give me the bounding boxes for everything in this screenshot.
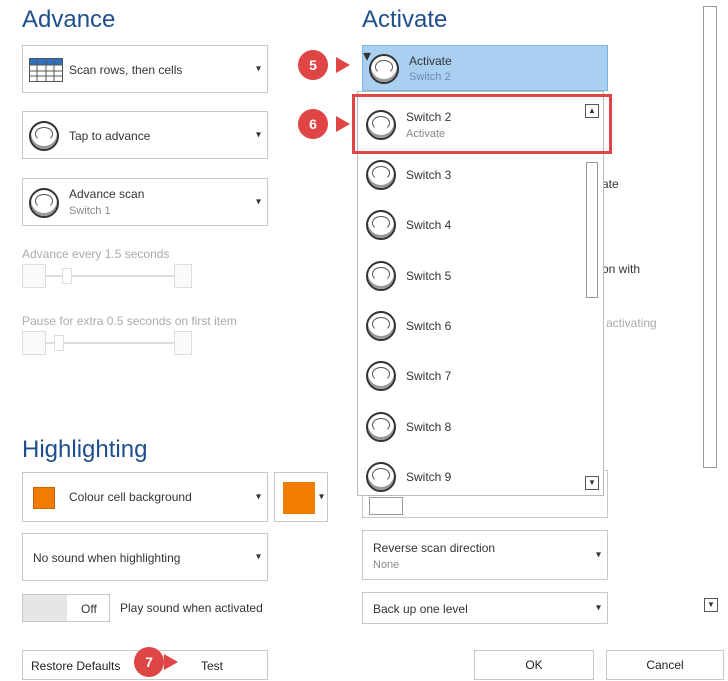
slider-thumb[interactable] bbox=[62, 268, 72, 284]
list-item-label: Switch 5 bbox=[406, 269, 452, 283]
dropdown-arrow-icon: ▾ bbox=[255, 551, 261, 563]
switch-icon bbox=[366, 160, 396, 190]
dropdown-arrow-icon: ▾ bbox=[595, 549, 601, 561]
scan-mode-dropdown[interactable]: Scan rows, then cells ▾ bbox=[22, 45, 268, 93]
activate-value: Switch 2 bbox=[409, 71, 451, 83]
advance-heading: Advance bbox=[22, 6, 116, 33]
ok-button[interactable]: OK bbox=[474, 650, 594, 680]
slider-increment[interactable] bbox=[174, 331, 192, 355]
colour-option-dropdown[interactable]: Colour cell background ▾ bbox=[22, 472, 268, 522]
badge-pointer bbox=[164, 654, 178, 670]
list-item-label: Switch 8 bbox=[406, 420, 452, 434]
page-scrollbar-thumb[interactable] bbox=[703, 6, 717, 468]
colour-picker[interactable]: ▾ bbox=[274, 472, 328, 522]
switch-icon bbox=[366, 311, 396, 341]
slider-decrement[interactable] bbox=[22, 264, 46, 288]
list-item[interactable]: Switch 7 bbox=[358, 351, 584, 401]
list-item[interactable]: Switch 3 bbox=[358, 150, 584, 200]
badge-pointer bbox=[336, 57, 350, 73]
colour-preview bbox=[283, 482, 315, 514]
dropdown-arrow-icon: ▾ bbox=[595, 602, 601, 614]
list-item-label: Switch 6 bbox=[406, 319, 452, 333]
tap-mode-dropdown[interactable]: Tap to advance ▾ bbox=[22, 111, 268, 159]
list-item-label: Switch 4 bbox=[406, 218, 452, 232]
pause-first-slider[interactable] bbox=[22, 331, 192, 355]
advance-every-slider[interactable] bbox=[22, 264, 192, 288]
dropdown-arrow-icon: ▾ bbox=[255, 491, 261, 503]
partial-option-text: activating bbox=[606, 316, 657, 330]
toggle-state: Off bbox=[81, 602, 97, 616]
step-badge-5: 5 bbox=[298, 50, 328, 80]
sound-option-dropdown[interactable]: No sound when highlighting ▾ bbox=[22, 533, 268, 581]
sound-option-label: No sound when highlighting bbox=[33, 551, 181, 565]
dropdown-arrow-icon: ▾ bbox=[318, 491, 324, 503]
list-item[interactable]: Switch 5 bbox=[358, 251, 584, 301]
colour-swatch-icon bbox=[33, 487, 55, 509]
reverse-scan-dropdown[interactable]: Reverse scan direction None ▾ bbox=[362, 530, 608, 580]
slider-thumb[interactable] bbox=[54, 335, 64, 351]
slider-increment[interactable] bbox=[174, 264, 192, 288]
switch-icon bbox=[366, 412, 396, 442]
test-button[interactable]: Test bbox=[201, 659, 223, 673]
slider-track bbox=[46, 342, 186, 344]
list-item[interactable]: Switch 4 bbox=[358, 200, 584, 250]
step-badge-6: 6 bbox=[298, 109, 328, 139]
list-item-label: Switch 7 bbox=[406, 369, 452, 383]
back-up-label: Back up one level bbox=[373, 602, 468, 616]
switch-icon bbox=[369, 54, 399, 84]
advance-scan-value: Switch 1 bbox=[69, 205, 111, 217]
grid-icon bbox=[369, 497, 403, 515]
badge-pointer bbox=[336, 116, 350, 132]
page-scroll-down-button[interactable]: ▼ bbox=[704, 598, 718, 612]
toggle-knob bbox=[23, 595, 67, 621]
list-item[interactable]: Switch 9 bbox=[358, 452, 584, 495]
highlighting-heading: Highlighting bbox=[22, 436, 148, 463]
scroll-down-button[interactable]: ▼ bbox=[585, 476, 599, 490]
switch-icon bbox=[366, 261, 396, 291]
switch-icon bbox=[29, 121, 59, 151]
advance-scan-dropdown[interactable]: Advance scan Switch 1 ▾ bbox=[22, 178, 268, 226]
reverse-scan-value: None bbox=[373, 559, 400, 571]
grid-icon bbox=[29, 58, 63, 82]
list-item-label: Switch 9 bbox=[406, 470, 452, 484]
switch-icon bbox=[29, 188, 59, 218]
advance-every-label: Advance every 1.5 seconds bbox=[22, 247, 170, 261]
sound-toggle[interactable]: Off bbox=[22, 594, 110, 622]
highlight-box bbox=[352, 94, 612, 154]
activate-label: Activate bbox=[409, 54, 452, 68]
list-item[interactable]: Switch 8 bbox=[358, 402, 584, 452]
restore-defaults-button[interactable]: Restore Defaults bbox=[31, 659, 120, 673]
step-badge-7: 7 bbox=[134, 647, 164, 677]
list-item[interactable]: Switch 6 bbox=[358, 301, 584, 351]
cancel-button[interactable]: Cancel bbox=[606, 650, 724, 680]
switch-icon bbox=[366, 210, 396, 240]
partial-option-text: on with bbox=[602, 262, 641, 276]
switch-icon bbox=[366, 361, 396, 391]
colour-option-label: Colour cell background bbox=[69, 490, 192, 504]
advance-scan-label: Advance scan bbox=[69, 187, 145, 201]
dropdown-arrow-icon: ▾ bbox=[255, 196, 261, 208]
partial-option-text: ate bbox=[602, 177, 619, 191]
activate-heading: Activate bbox=[362, 6, 448, 33]
slider-decrement[interactable] bbox=[22, 331, 46, 355]
tap-mode-label: Tap to advance bbox=[69, 129, 151, 143]
pause-first-label: Pause for extra 0.5 seconds on first ite… bbox=[22, 314, 237, 328]
scan-mode-label: Scan rows, then cells bbox=[69, 63, 183, 77]
dropdown-arrow-icon: ▾ bbox=[255, 63, 261, 75]
dropdown-arrow-icon: ▾ bbox=[255, 129, 261, 141]
toggle-label: Play sound when activated bbox=[120, 601, 263, 615]
list-item-label: Switch 3 bbox=[406, 168, 452, 182]
reverse-scan-label: Reverse scan direction bbox=[373, 541, 496, 555]
activate-dropdown[interactable]: Activate Switch 2 ▾ bbox=[362, 45, 608, 91]
scroll-thumb[interactable] bbox=[586, 162, 598, 298]
back-up-dropdown[interactable]: Back up one level ▾ bbox=[362, 592, 608, 624]
switch-icon bbox=[366, 462, 396, 492]
